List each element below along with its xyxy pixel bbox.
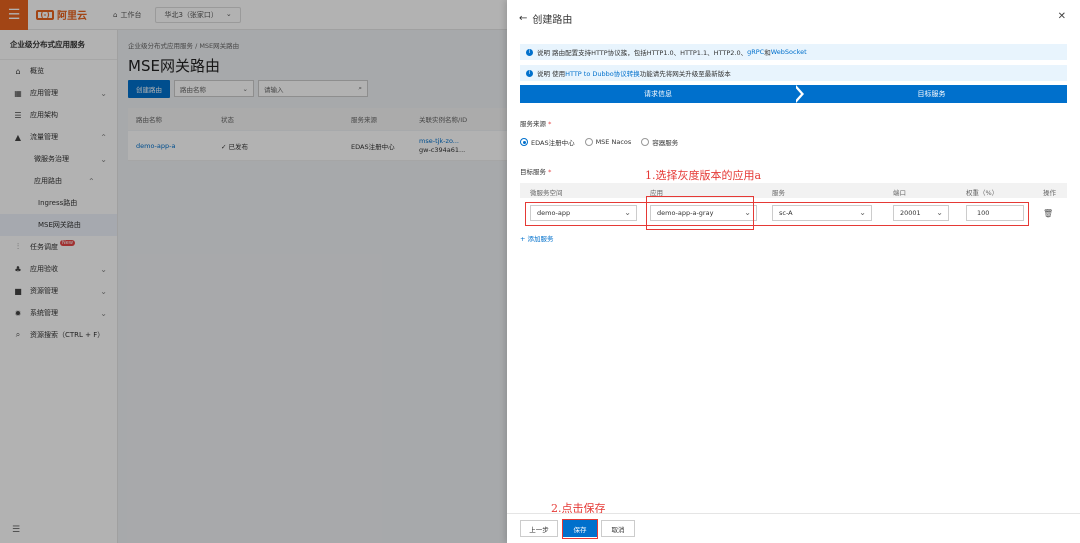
- drawer-title: 创建路由: [532, 15, 573, 26]
- http-to-dubbo-link[interactable]: HTTP to Dubbo协议转换: [565, 68, 640, 78]
- notice-text: 功能请先将网关升级至最新版本: [639, 70, 731, 78]
- required-mark: *: [548, 168, 552, 176]
- column-header: 权重（%）: [966, 189, 999, 197]
- annotation-row-box: [525, 202, 1029, 226]
- radio-mse-nacos[interactable]: MSE Nacos: [584, 137, 632, 147]
- notice-text: 说明 使用: [537, 70, 566, 78]
- notice-protocols: i 说明 路由配置支持HTTP协议簇，包括HTTP1.0、HTTP1.1、HTT…: [520, 44, 1067, 60]
- close-icon[interactable]: ✕: [1058, 11, 1066, 22]
- cancel-button[interactable]: 取消: [601, 520, 635, 537]
- annotation-save-box: [562, 519, 598, 539]
- annotation-step1: 1.选择灰度版本的应用a: [645, 169, 762, 182]
- websocket-link[interactable]: WebSocket: [771, 48, 807, 56]
- radio-circle: [584, 138, 593, 146]
- radio-container-service[interactable]: 容器服务: [641, 137, 678, 147]
- radio-edas[interactable]: EDAS注册中心: [520, 137, 575, 147]
- annotation-app-box: [646, 196, 754, 230]
- service-table-header: 微服务空间 应用 服务 端口 权重（%） 操作: [520, 183, 1067, 198]
- column-header: 端口: [893, 189, 906, 197]
- grpc-link[interactable]: gRPC: [747, 48, 764, 56]
- column-header: 操作: [1043, 189, 1056, 197]
- radio-label: MSE Nacos: [595, 138, 632, 146]
- radio-circle: [641, 138, 650, 146]
- service-source-label: 服务来源 *: [520, 118, 551, 128]
- step-indicator: 请求信息 目标服务: [520, 85, 1067, 103]
- trash-icon[interactable]: 🗑: [1043, 209, 1053, 218]
- required-mark: *: [548, 120, 552, 128]
- create-route-drawer: ← 创建路由 ✕ i 说明 路由配置支持HTTP协议簇，包括HTTP1.0、HT…: [507, 0, 1080, 543]
- target-service-label: 目标服务 *: [520, 166, 551, 176]
- modal-overlay[interactable]: [0, 0, 507, 543]
- notice-text: 说明 路由配置支持HTTP协议簇，包括HTTP1.0、HTTP1.1、HTTP2…: [537, 49, 748, 57]
- radio-label: 容器服务: [652, 139, 679, 147]
- drawer-header: ← 创建路由: [519, 11, 572, 26]
- service-source-radios: EDAS注册中心 MSE Nacos 容器服务: [520, 137, 678, 147]
- step-request-info[interactable]: 请求信息: [520, 85, 796, 103]
- step-divider-inner: [793, 85, 801, 103]
- prev-step-button[interactable]: 上一步: [520, 520, 558, 537]
- column-header: 微服务空间: [530, 189, 563, 197]
- column-header: 服务: [772, 189, 785, 197]
- label-text: 服务来源: [520, 120, 546, 128]
- back-arrow-icon[interactable]: ←: [519, 13, 527, 24]
- add-service-link[interactable]: + 添加服务: [520, 233, 554, 243]
- notice-dubbo: i 说明 使用 HTTP to Dubbo协议转换 功能请先将网关升级至最新版本: [520, 65, 1067, 81]
- info-icon: i: [526, 48, 533, 56]
- drawer-footer: 上一步 保存 取消: [507, 513, 1080, 543]
- step-target-service[interactable]: 目标服务: [796, 85, 1067, 103]
- label-text: 目标服务: [520, 168, 546, 176]
- radio-label: EDAS注册中心: [531, 139, 575, 147]
- info-icon: i: [526, 69, 533, 77]
- radio-circle: [520, 138, 528, 146]
